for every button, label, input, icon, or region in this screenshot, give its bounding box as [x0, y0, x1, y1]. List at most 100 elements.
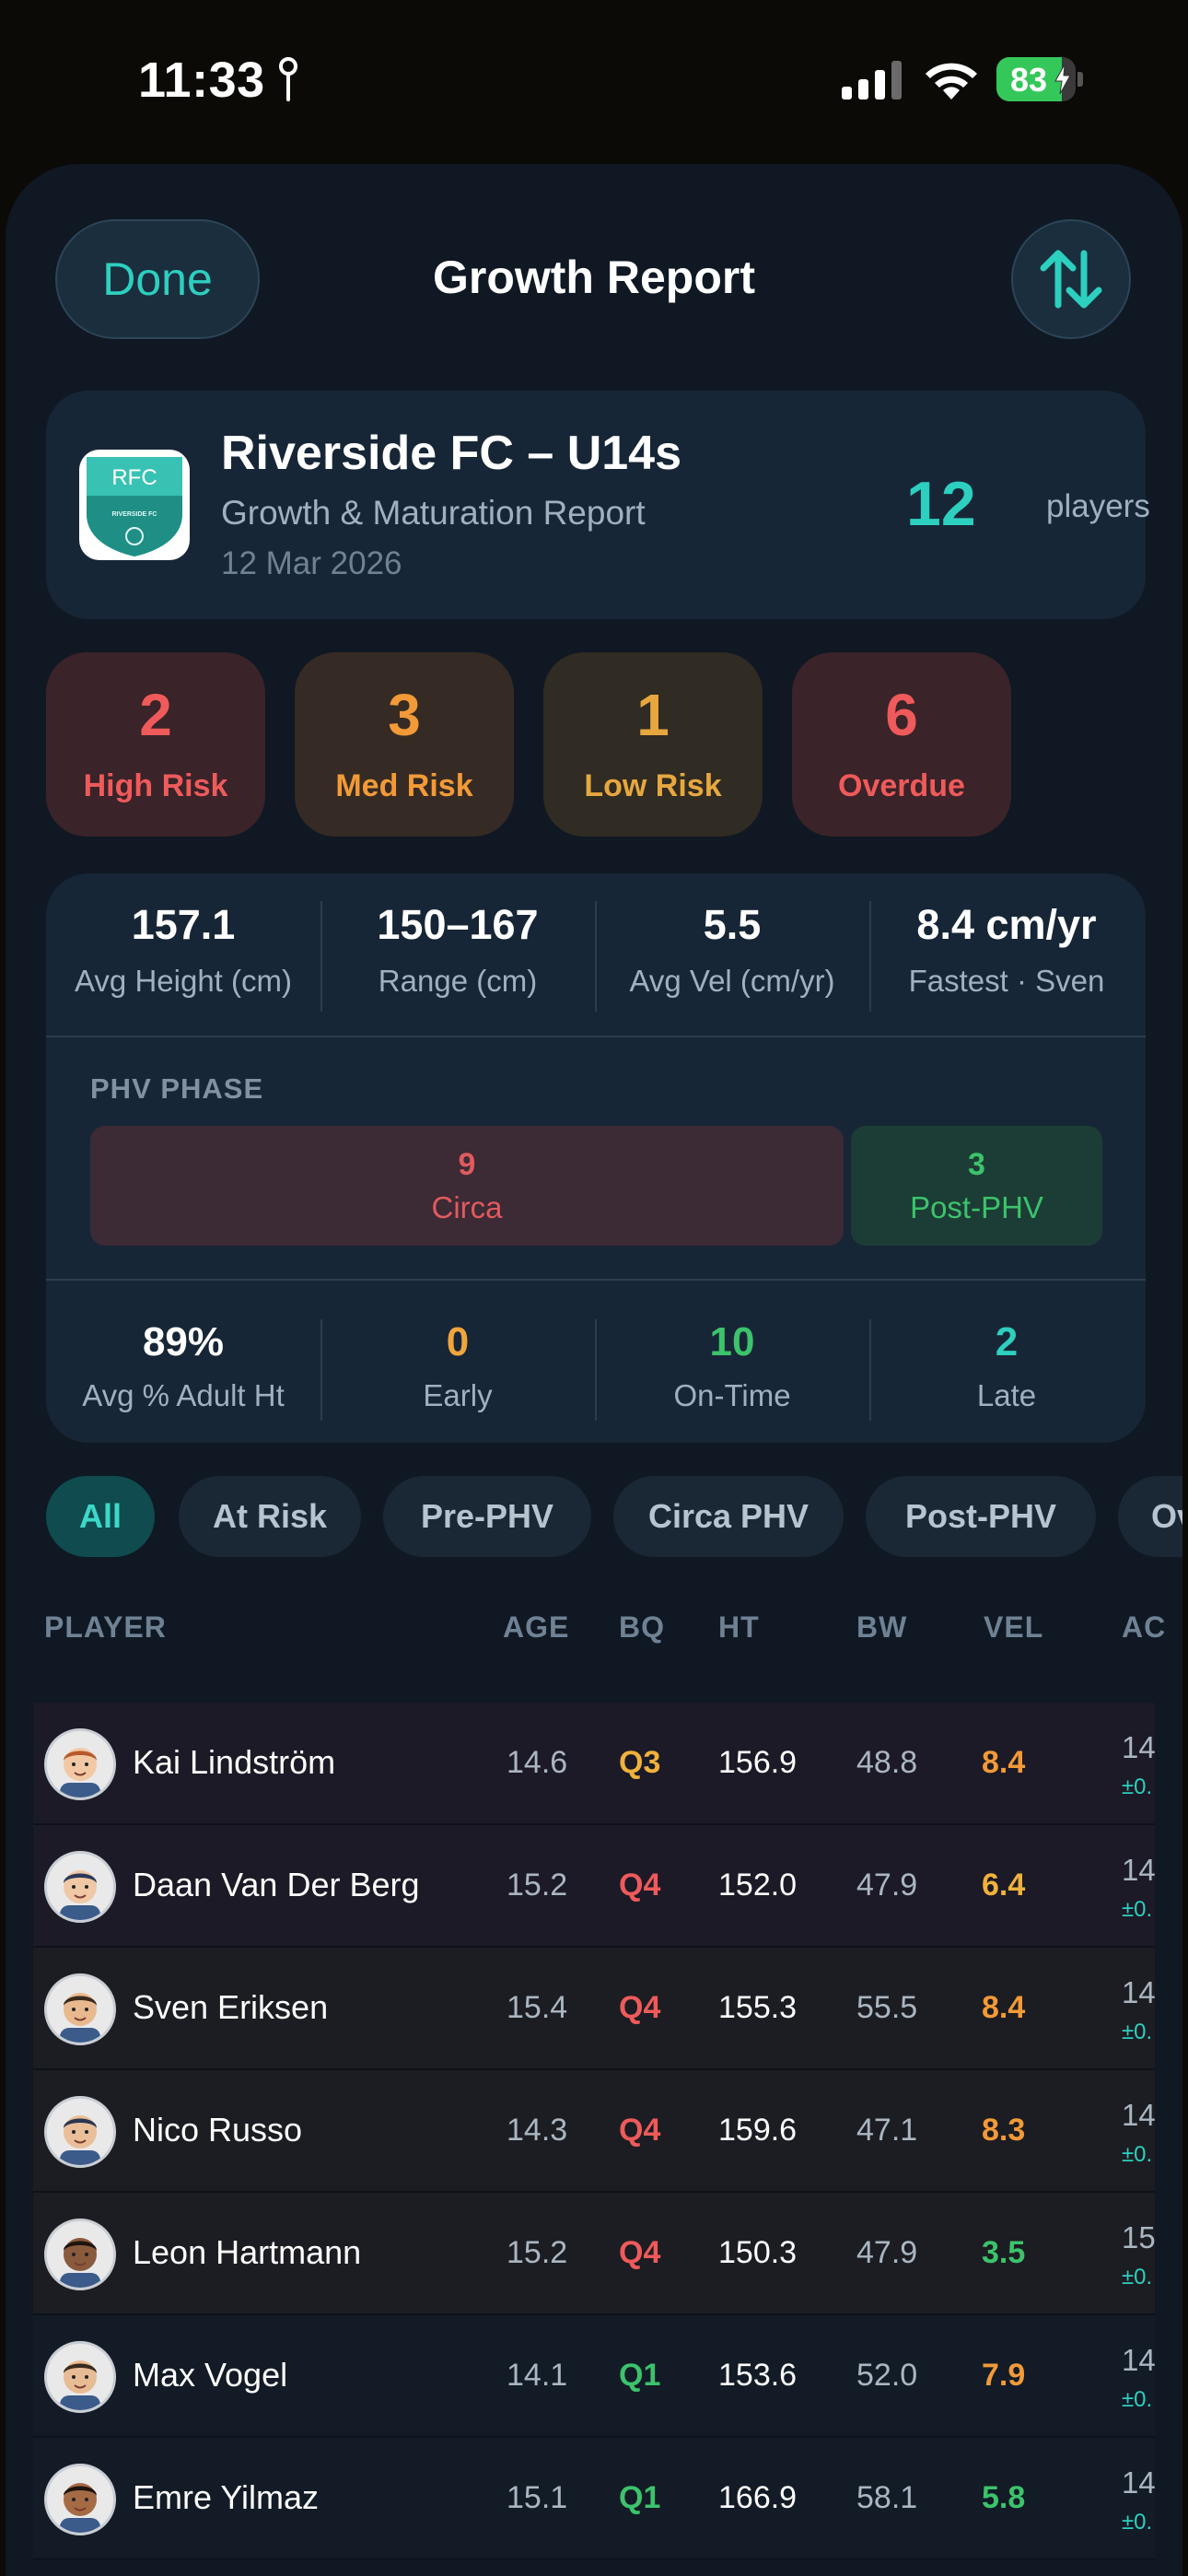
- risk-tile-high[interactable]: 2 High Risk: [46, 652, 265, 837]
- cell-height: 150.3: [718, 2235, 798, 2270]
- player-name: Sven Eriksen: [133, 1988, 329, 2026]
- risk-tile-medium[interactable]: 3 Med Risk: [295, 652, 514, 837]
- team-badge-logo: RFC RIVERSIDE FC: [79, 450, 190, 560]
- risk-tile-low[interactable]: 1 Low Risk: [543, 652, 763, 837]
- battery-charging-icon: 83: [996, 57, 1083, 101]
- cell-velocity: 5.8: [982, 2480, 1026, 2515]
- filter-chip-circa-phv[interactable]: Circa PHV: [613, 1476, 844, 1557]
- column-header-player[interactable]: PLAYER: [44, 1610, 167, 1645]
- cell-height: 159.6: [718, 2113, 798, 2148]
- cell-ac-range: ±0.: [1122, 2020, 1153, 2044]
- risk-tile-overdue[interactable]: 6 Overdue: [792, 652, 1011, 837]
- filter-chip-overdue[interactable]: Ov: [1118, 1476, 1182, 1557]
- risk-label: Overdue: [838, 767, 965, 803]
- cell-velocity: 8.3: [982, 2113, 1026, 2148]
- column-header-age[interactable]: AGE: [503, 1610, 569, 1645]
- player-name: Daan Van Der Berg: [133, 1866, 420, 1903]
- svg-text:RFC: RFC: [111, 465, 157, 490]
- cell-bodyweight: 55.5: [856, 1990, 918, 2025]
- table-row[interactable]: Nico Russo 14.3 Q4 159.6 47.1 8.3 14 ±0.: [33, 2070, 1156, 2193]
- player-name: Nico Russo: [133, 2111, 303, 2149]
- cell-velocity: 8.4: [982, 1990, 1026, 2025]
- team-name: Riverside FC – U14s: [221, 427, 682, 480]
- phv-segment-post[interactable]: 3 Post-PHV: [851, 1126, 1102, 1246]
- cellular-signal-icon: [842, 61, 902, 100]
- cell-velocity: 6.4: [982, 1868, 1026, 1903]
- stat-late: 2 Late: [976, 1319, 1037, 1412]
- avatar: [44, 1728, 116, 1800]
- wifi-icon: [926, 63, 977, 100]
- cell-ac: 14: [1122, 2465, 1156, 2500]
- cell-bodyweight: 47.9: [856, 2235, 918, 2270]
- cell-age: 15.1: [507, 2480, 568, 2515]
- risk-count: 3: [388, 681, 421, 748]
- cell-ac: 14: [1122, 2343, 1156, 2377]
- table-row[interactable]: Daan Van Der Berg 15.2 Q4 152.0 47.9 6.4 14 ±0.: [33, 1825, 1156, 1948]
- cell-bodyweight: 47.9: [856, 1868, 918, 1903]
- cell-ac-range: ±0.: [1122, 2265, 1153, 2289]
- cell-ac: 14: [1122, 1730, 1156, 1764]
- cell-bq: Q4: [619, 1990, 661, 2025]
- column-header-ht[interactable]: HT: [718, 1610, 760, 1645]
- cell-velocity: 3.5: [982, 2235, 1026, 2270]
- cell-ac-range: ±0.: [1122, 1897, 1153, 1922]
- table-row[interactable]: Sven Eriksen 15.4 Q4 155.3 55.5 8.4 14 ±0.: [33, 1948, 1156, 2070]
- report-subtitle: Growth & Maturation Report: [221, 494, 646, 532]
- stat-range: 150–167 Range (cm): [377, 901, 539, 998]
- cell-age: 15.2: [507, 1868, 568, 1903]
- stat-early: 0 Early: [423, 1319, 493, 1412]
- cell-bodyweight: 58.1: [856, 2480, 918, 2515]
- cell-height: 152.0: [718, 1868, 798, 1903]
- column-header-vel[interactable]: VEL: [984, 1610, 1043, 1645]
- column-header-bw[interactable]: BW: [856, 1610, 907, 1645]
- table-header: PLAYER AGE BQ HT BW VEL AC: [6, 1610, 1182, 1675]
- filter-chip-post-phv[interactable]: Post-PHV: [866, 1476, 1096, 1557]
- report-date: 12 Mar 2026: [221, 545, 402, 581]
- cell-age: 14.1: [507, 2358, 568, 2393]
- stat-fastest: 8.4 cm/yr Fastest · Sven: [908, 901, 1105, 998]
- column-header-ac[interactable]: AC: [1122, 1610, 1166, 1645]
- table-row[interactable]: Max Vogel 14.1 Q1 153.6 52.0 7.9 14 ±0.: [33, 2315, 1156, 2438]
- cell-bodyweight: 52.0: [856, 2358, 918, 2393]
- risk-count: 1: [636, 681, 670, 748]
- status-time: 11:33: [138, 53, 265, 108]
- filter-chip-at-risk[interactable]: At Risk: [179, 1476, 361, 1557]
- table-row[interactable]: Emre Yilmaz 15.1 Q1 166.9 58.1 5.8 14 ±0.: [33, 2438, 1156, 2560]
- page-title: Growth Report: [433, 252, 755, 303]
- cell-height: 155.3: [718, 1990, 798, 2025]
- sort-button[interactable]: [1011, 219, 1131, 339]
- cell-ac-range: ±0.: [1122, 2510, 1153, 2535]
- phv-phase-title: PHV PHASE: [90, 1072, 264, 1105]
- cell-bodyweight: 47.1: [856, 2113, 918, 2148]
- table-row[interactable]: Kai Lindström 14.6 Q3 156.9 48.8 8.4 14 ±0.: [33, 1703, 1156, 1825]
- avatar: [44, 2464, 116, 2535]
- filter-chip-all[interactable]: All: [46, 1476, 155, 1557]
- table-row[interactable]: Leon Hartmann 15.2 Q4 150.3 47.9 3.5 15 ±0.: [33, 2193, 1156, 2315]
- risk-label: Med Risk: [335, 767, 473, 803]
- filter-chip-pre-phv[interactable]: Pre-PHV: [383, 1476, 591, 1557]
- column-header-bq[interactable]: BQ: [619, 1610, 665, 1645]
- cell-age: 14.3: [507, 2113, 568, 2148]
- stats-card: 157.1 Avg Height (cm) 150–167 Range (cm)…: [46, 873, 1146, 1443]
- cell-ac: 14: [1122, 1853, 1156, 1887]
- avatar: [44, 2096, 116, 2168]
- phv-segment-circa[interactable]: 9 Circa: [90, 1126, 844, 1246]
- cell-bq: Q4: [619, 2113, 661, 2148]
- stat-avg-velocity: 5.5 Avg Vel (cm/yr): [629, 901, 835, 998]
- cell-velocity: 7.9: [982, 2358, 1026, 2393]
- risk-label: Low Risk: [584, 767, 722, 803]
- cell-ac: 14: [1122, 1975, 1156, 2009]
- cell-ac-range: ±0.: [1122, 1774, 1153, 1799]
- cell-ac-range: ±0.: [1122, 2142, 1153, 2167]
- filter-chips: All At Risk Pre-PHV Circa PHV Post-PHV O…: [46, 1476, 1182, 1561]
- avatar: [44, 2341, 116, 2413]
- growth-report-sheet: Done Growth Report RFC RIVERSIDE FC Rive…: [6, 164, 1182, 2576]
- cell-height: 153.6: [718, 2358, 798, 2393]
- cell-ac: 15: [1122, 2220, 1156, 2254]
- cell-ac-range: ±0.: [1122, 2387, 1153, 2412]
- cell-bq: Q3: [619, 1745, 661, 1780]
- cell-bq: Q1: [619, 2480, 661, 2515]
- risk-count: 6: [885, 681, 918, 748]
- status-bar: 11:33 83: [0, 0, 1188, 157]
- cell-ac: 14: [1122, 2098, 1156, 2132]
